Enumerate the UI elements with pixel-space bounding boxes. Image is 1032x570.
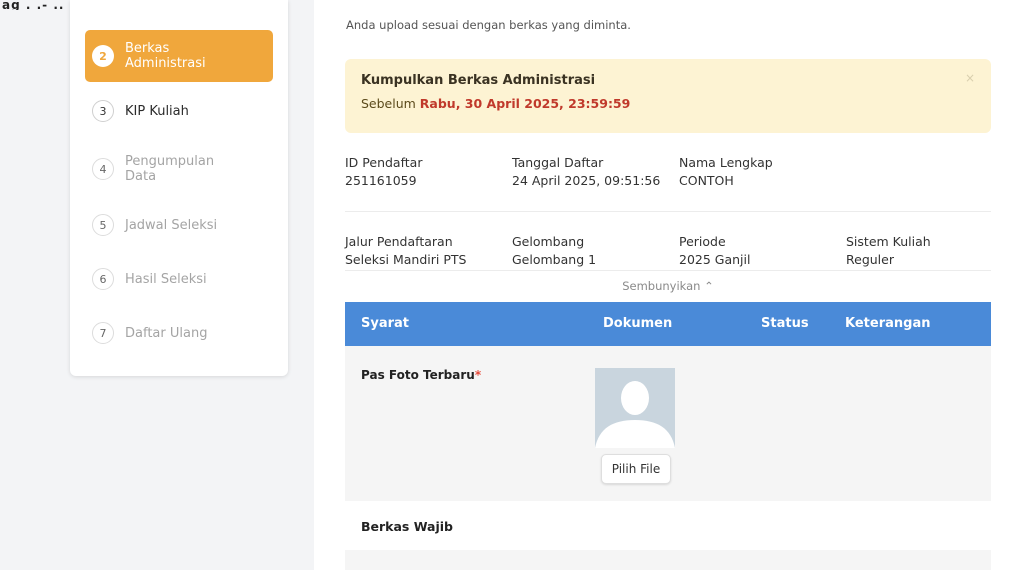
label-sistem-kuliah: Sistem Kuliah (846, 234, 931, 249)
step-number: 2 (92, 45, 114, 67)
requirements-table-header: Syarat Dokumen Status Keterangan (345, 302, 991, 346)
step-number: 6 (92, 268, 114, 290)
step-pengumpulan-data[interactable]: 4 Pengumpulan Data (85, 154, 273, 184)
value-sistem-kuliah: Reguler (846, 252, 894, 267)
table-row (345, 550, 991, 570)
page-edge (1022, 0, 1032, 570)
label-tanggal-daftar: Tanggal Daftar (512, 155, 604, 170)
alert-subtitle: Sebelum Rabu, 30 April 2025, 23:59:59 (361, 96, 630, 111)
value-tanggal-daftar: 24 April 2025, 09:51:56 (512, 173, 661, 188)
value-gelombang: Gelombang 1 (512, 252, 597, 267)
label-id-pendaftar: ID Pendaftar (345, 155, 423, 170)
alert-prefix: Sebelum (361, 96, 420, 111)
step-label: Pengumpulan Data (125, 154, 215, 184)
alert-title: Kumpulkan Berkas Administrasi (361, 73, 596, 88)
header-dokumen: Dokumen (603, 316, 673, 331)
step-number: 4 (92, 158, 114, 180)
value-jalur-pendaftaran: Seleksi Mandiri PTS (345, 252, 467, 267)
step-jadwal-seleksi[interactable]: 5 Jadwal Seleksi (85, 214, 273, 236)
deadline-alert: Kumpulkan Berkas Administrasi Sebelum Ra… (345, 59, 991, 133)
required-mark: * (474, 368, 482, 382)
header-keterangan: Keterangan (845, 316, 931, 331)
step-berkas-administrasi[interactable]: 2 Berkas Administrasi (85, 30, 273, 82)
deadline-date: Rabu, 30 April 2025, 23:59:59 (419, 96, 631, 111)
label-jalur-pendaftaran: Jalur Pendaftaran (345, 234, 453, 249)
step-daftar-ulang[interactable]: 7 Daftar Ulang (85, 322, 273, 344)
header-status: Status (761, 316, 809, 331)
value-nama-lengkap: CONTOH (679, 173, 734, 188)
table-row: Pas Foto Terbaru* Pilih File (345, 346, 991, 501)
value-id-pendaftar: 251161059 (345, 173, 417, 188)
step-label: Jadwal Seleksi (125, 217, 218, 233)
info-divider (345, 211, 991, 212)
step-number: 5 (92, 214, 114, 236)
hide-details-toggle[interactable]: Sembunyikan ⌃ (314, 279, 1022, 293)
step-label: Hasil Seleksi (125, 271, 207, 287)
step-number: 3 (92, 100, 114, 122)
step-hasil-seleksi[interactable]: 6 Hasil Seleksi (85, 268, 273, 290)
avatar-placeholder-icon (595, 368, 675, 448)
step-label: Daftar Ulang (125, 325, 208, 341)
intro-text: Anda upload sesuai dengan berkas yang di… (346, 18, 631, 32)
choose-file-button[interactable]: Pilih File (601, 454, 671, 484)
section-berkas-wajib: Berkas Wajib (361, 519, 454, 534)
step-label: KIP Kuliah (125, 103, 189, 119)
step-sidebar: 2 Berkas Administrasi 3 KIP Kuliah 4 Pen… (70, 0, 288, 376)
info-divider (345, 270, 991, 271)
step-number: 7 (92, 322, 114, 344)
requirement-label: Pas Foto Terbaru* (361, 368, 481, 382)
step-kip-kuliah[interactable]: 3 KIP Kuliah (85, 100, 273, 122)
label-periode: Periode (679, 234, 726, 249)
main-panel: Anda upload sesuai dengan berkas yang di… (314, 0, 1022, 570)
label-nama-lengkap: Nama Lengkap (679, 155, 773, 170)
label-gelombang: Gelombang (512, 234, 585, 249)
requirement-name: Pas Foto Terbaru (361, 368, 475, 382)
value-periode: 2025 Ganjil (679, 252, 751, 267)
close-icon[interactable]: × (965, 71, 975, 85)
header-syarat: Syarat (361, 316, 410, 331)
step-label: Berkas Administrasi (125, 41, 206, 71)
person-silhouette-icon (595, 368, 675, 448)
